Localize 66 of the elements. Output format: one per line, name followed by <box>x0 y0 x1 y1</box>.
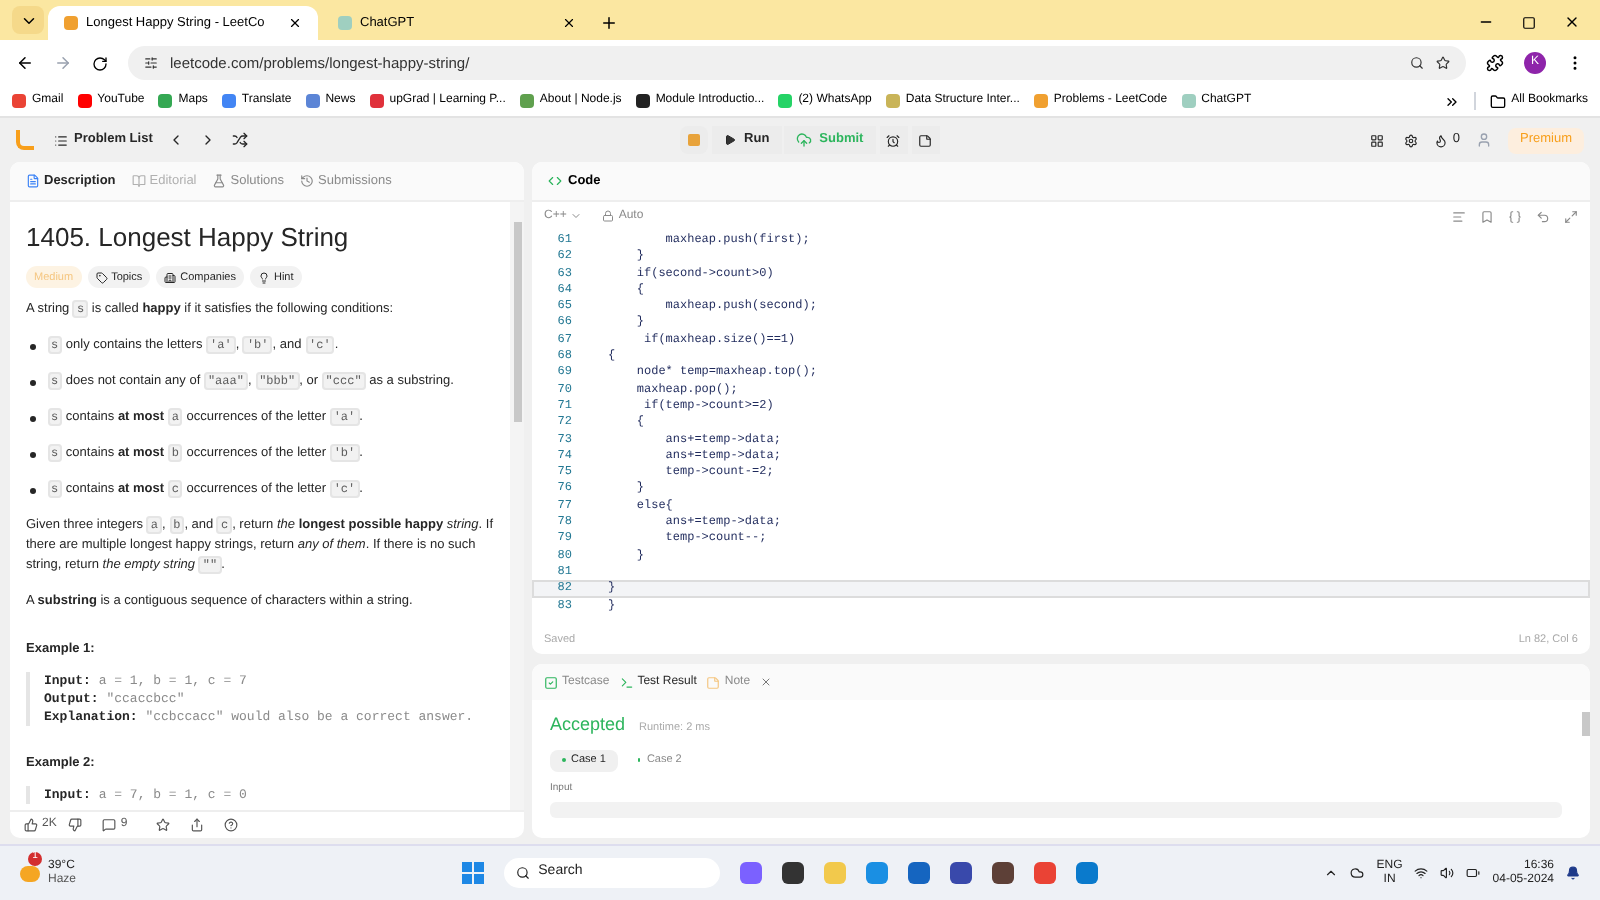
bookmark-icon[interactable] <box>1480 209 1494 223</box>
tab-icon <box>544 675 558 689</box>
problem-title: 1405. Longest Happy String <box>26 222 351 254</box>
tab-search-button[interactable] <box>12 6 44 34</box>
code-icon <box>548 174 562 188</box>
help-icon[interactable] <box>223 818 238 832</box>
list-icon <box>54 133 68 147</box>
start-icon[interactable] <box>462 862 485 884</box>
settings-icon[interactable] <box>1404 133 1419 147</box>
upload-icon <box>795 132 812 148</box>
expand-icon[interactable] <box>1564 209 1578 223</box>
search-icon[interactable] <box>1410 56 1424 70</box>
share-icon[interactable] <box>189 818 204 832</box>
reset-icon[interactable] <box>1536 209 1550 223</box>
new-tab-icon[interactable] <box>600 14 618 32</box>
favorite-icon[interactable] <box>155 818 170 832</box>
folder-icon <box>1489 93 1506 109</box>
tab-icon <box>619 675 634 689</box>
tab-favicon-icon <box>64 16 78 30</box>
lock-icon <box>602 210 615 222</box>
timer-button[interactable] <box>879 126 908 154</box>
verdict-text: Accepted <box>550 712 626 738</box>
bell-icon[interactable] <box>1566 866 1580 880</box>
bullet-icon <box>30 452 35 457</box>
bookmark-star-icon[interactable] <box>1436 56 1450 70</box>
site-info-icon[interactable] <box>144 56 158 70</box>
back-icon[interactable] <box>16 54 34 72</box>
tray-chevron-icon[interactable] <box>1324 866 1339 880</box>
forward-icon[interactable] <box>54 54 72 72</box>
cloud-icon[interactable] <box>1350 866 1365 880</box>
play-icon <box>724 134 737 146</box>
tab-icon <box>706 675 721 689</box>
close-icon[interactable] <box>288 16 302 30</box>
bullet-icon <box>30 416 35 421</box>
bullet-icon <box>30 380 35 385</box>
close-icon[interactable] <box>562 16 576 30</box>
alarm-clock-icon <box>886 133 901 147</box>
search-icon <box>516 866 531 880</box>
notes-button[interactable] <box>911 126 940 154</box>
close-window-icon[interactable] <box>1564 14 1580 30</box>
comment-icon <box>102 818 117 832</box>
more-bookmarks-icon[interactable] <box>1443 93 1460 109</box>
tab-icon <box>212 174 227 188</box>
volume-icon[interactable] <box>1440 866 1455 880</box>
scrollbar[interactable] <box>510 202 524 810</box>
tab-icon <box>26 174 40 188</box>
bullet-icon <box>30 344 35 349</box>
thumbs-up-icon <box>24 818 38 832</box>
dislike-icon[interactable] <box>68 818 83 832</box>
layout-icon[interactable] <box>1370 133 1385 147</box>
flame-icon[interactable] <box>1434 133 1449 147</box>
tab-icon <box>300 174 314 188</box>
maximize-icon[interactable] <box>1522 16 1536 30</box>
shuffle-icon[interactable] <box>232 132 249 148</box>
tab-favicon-icon <box>338 16 352 30</box>
battery-icon[interactable] <box>1466 866 1481 880</box>
note-icon <box>918 133 933 147</box>
tag-icon <box>164 271 177 283</box>
tag-icon <box>257 271 270 283</box>
tab-icon <box>131 174 146 188</box>
wifi-icon[interactable] <box>1414 866 1429 880</box>
extensions-icon[interactable] <box>1486 54 1504 72</box>
chevron-down-icon <box>570 210 583 222</box>
reload-icon[interactable] <box>92 55 108 71</box>
tag-icon <box>95 271 108 283</box>
bullet-icon <box>30 488 35 493</box>
